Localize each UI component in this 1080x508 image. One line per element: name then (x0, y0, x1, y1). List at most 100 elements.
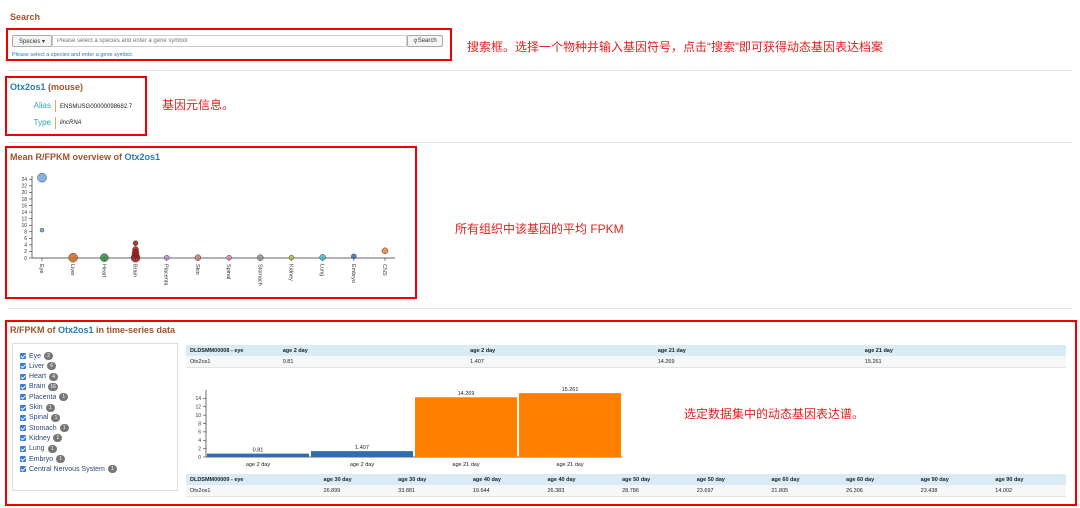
data-point (100, 253, 109, 262)
count-badge: 2 (44, 352, 54, 360)
count-badge: 4 (49, 372, 59, 381)
data-point (226, 254, 232, 261)
column-header: age 50 day (692, 474, 768, 485)
column-header: age 21 day (653, 345, 861, 356)
data-point (319, 254, 326, 261)
bar-value-label: 14.269 (458, 391, 475, 397)
dataset-table-2: DLDSMM00009 - eye age 30 day age 30 day age… (186, 474, 1066, 497)
species-dropdown-button[interactable]: Species ▾ (12, 35, 52, 47)
bar-value-label: 0.81 (253, 448, 264, 454)
data-point (194, 254, 202, 261)
checkbox-checked-icon[interactable] (20, 383, 26, 390)
x-tick-label: Stomach (256, 264, 262, 286)
y-tick-label: 22 (21, 184, 27, 190)
table-row: Otx2os1 0.81 1.407 14.269 15.261 (186, 356, 1066, 368)
tissue-checkbox-brain[interactable]: Brain 16 (20, 382, 58, 392)
tissue-checkbox-embryo[interactable]: Embryo 1 (20, 454, 66, 464)
table-cell: Otx2os1 (186, 485, 320, 497)
tissue-checkbox-heart[interactable]: Heart 4 (20, 372, 59, 382)
x-tick-label: Spinal (225, 264, 231, 279)
bar-value-label: 15.261 (562, 387, 579, 393)
checkbox-checked-icon[interactable] (20, 373, 26, 380)
data-point (288, 254, 295, 261)
meta-divider (55, 117, 56, 129)
x-tick-label: Heart (100, 264, 106, 278)
gene-symbol-link[interactable]: Otx2os1 (10, 82, 46, 92)
checkbox-checked-icon[interactable] (20, 425, 26, 432)
count-badge: 1 (56, 455, 66, 463)
dataset-id-header[interactable]: DLDSMM00008 - eye (186, 345, 279, 356)
count-badge: 6 (47, 362, 57, 371)
tissue-checkbox-lung[interactable]: Lung 1 (20, 444, 57, 454)
count-badge: 1 (59, 393, 69, 402)
data-point (257, 254, 264, 261)
tissue-label: Heart (29, 373, 47, 381)
tissue-label: Liver (29, 362, 45, 370)
tissue-checkbox-stomach[interactable]: Stomach 1 (20, 423, 69, 433)
count-badge: 1 (47, 444, 57, 453)
search-button[interactable]: ⚲ Search (407, 35, 443, 47)
table-cell: 0.81 (278, 356, 467, 368)
x-tick-label: age 2 day (246, 462, 270, 468)
y-tick-label: 16 (21, 203, 27, 209)
column-header: age 90 day (916, 474, 992, 485)
y-tick-label: 4 (198, 438, 201, 444)
count-badge: 1 (53, 434, 63, 443)
overview-title: Mean R/FPKM overview of Otx2os1 (10, 152, 161, 162)
x-tick-label: CNS (381, 264, 387, 276)
dataset-table-1: DLDSMM00008 - eye age 2 day age 2 day age 2… (186, 345, 1066, 368)
x-tick-label: Brain (132, 264, 138, 277)
table-cell: 19.644 (468, 485, 544, 497)
search-heading: Search (10, 12, 41, 22)
data-point (132, 246, 139, 253)
checkbox-checked-icon[interactable] (20, 353, 26, 359)
y-tick-label: 18 (21, 197, 27, 203)
data-point (39, 227, 45, 233)
x-tick-label: Liver (69, 264, 75, 276)
tissue-checkbox-liver[interactable]: Liver 6 (20, 361, 57, 371)
tissue-checkbox-placenta[interactable]: Placenta 1 (20, 392, 69, 402)
y-tick-label: 6 (198, 430, 201, 436)
alias-label: Alias (33, 101, 51, 110)
tissue-label: Brain (29, 383, 46, 391)
data-point (68, 252, 78, 263)
checkbox-checked-icon[interactable] (20, 445, 26, 452)
bar (415, 397, 517, 457)
tissue-checkbox-eye[interactable]: Eye 2 (20, 351, 54, 361)
gene-search-input[interactable] (52, 35, 407, 47)
checkbox-checked-icon[interactable] (20, 363, 26, 370)
tissue-checkbox-skin[interactable]: Skin 1 (20, 403, 55, 413)
y-tick-label: 14 (195, 396, 201, 402)
tissue-label: Skin (29, 404, 43, 411)
y-tick-label: 14 (21, 210, 27, 216)
table-cell: Otx2os1 (186, 356, 279, 368)
checkbox-checked-icon[interactable] (20, 466, 26, 473)
column-header: age 90 day (991, 474, 1066, 485)
tissue-checkbox-kidney[interactable]: Kidney 1 (20, 433, 63, 443)
data-point (37, 172, 47, 183)
tissue-checkbox-spinal[interactable]: Spinal 1 (20, 413, 61, 423)
dataset-id-header[interactable]: DLDSMM00009 - eye (186, 474, 320, 485)
tissue-checkbox-central-nervous-system[interactable]: Central Nervous System 1 (20, 464, 117, 474)
table-cell: 14.269 (653, 356, 861, 368)
x-tick-label: Embryo (350, 264, 356, 283)
column-header: age 50 day (618, 474, 693, 485)
column-header: age 2 day (278, 345, 467, 356)
checkbox-checked-icon[interactable] (20, 435, 26, 442)
data-point (163, 254, 170, 261)
checkbox-checked-icon[interactable] (20, 404, 26, 411)
checkbox-checked-icon[interactable] (20, 394, 26, 401)
y-tick-label: 2 (24, 249, 27, 255)
checkbox-checked-icon[interactable] (20, 414, 26, 421)
checkbox-checked-icon[interactable] (20, 456, 26, 462)
x-tick-label: Lung (319, 264, 325, 276)
column-header: age 60 day (842, 474, 917, 485)
x-tick-label: age 21 day (556, 462, 583, 468)
tissue-label: Stomach (29, 424, 57, 432)
data-point (381, 247, 389, 255)
y-tick-label: 4 (24, 243, 27, 249)
table-cell: 14.002 (991, 485, 1066, 497)
divider (8, 308, 1072, 309)
table-cell: 26.899 (319, 485, 395, 497)
bar (311, 451, 413, 457)
